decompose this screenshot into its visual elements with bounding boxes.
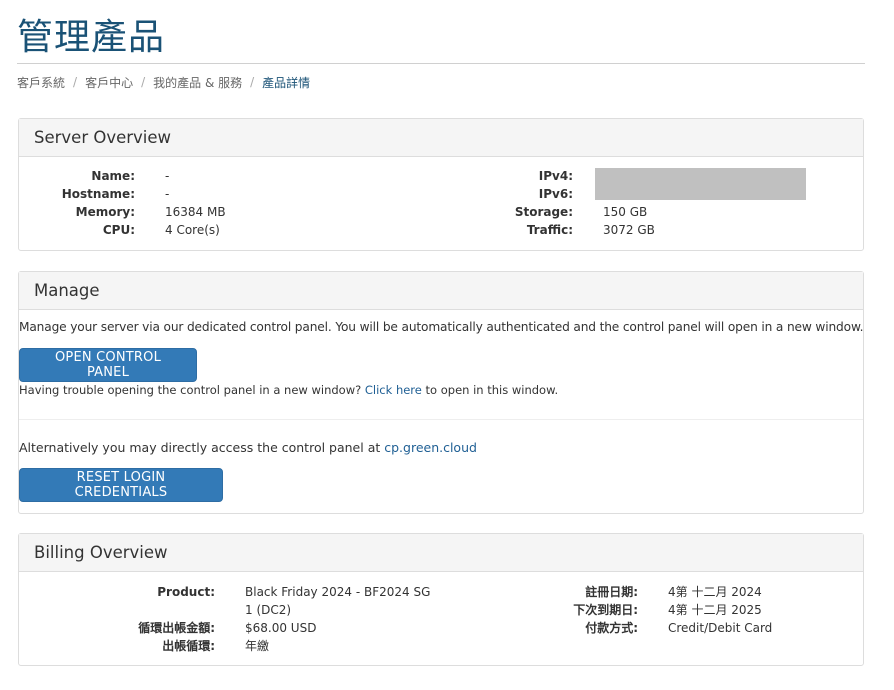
click-here-link[interactable]: Click here (365, 383, 422, 397)
cpu-value: 4 Core(s) (165, 223, 220, 237)
manage-panel: Manage Manage your server via our dedica… (18, 271, 864, 514)
open-control-panel-button[interactable]: OPEN CONTROL PANEL (19, 348, 197, 382)
redacted-ip-block (595, 168, 806, 200)
name-label: Name: (91, 169, 135, 183)
payment-method-label: 付款方式: (585, 621, 638, 635)
traffic-label: Traffic: (526, 223, 573, 237)
server-overview-heading: Server Overview (19, 119, 863, 157)
trouble-suffix: to open in this window. (421, 383, 559, 397)
recurring-amount-label: 循環出帳金額: (138, 621, 215, 635)
storage-label: Storage: (514, 205, 573, 219)
alt-access-prefix: Alternatively you may directly access th… (19, 440, 385, 455)
trouble-prefix: Having trouble opening the control panel… (19, 383, 365, 397)
breadcrumb-separator: / (73, 75, 78, 89)
page-title: 管理產品 (17, 17, 166, 58)
manage-intro-text: Manage your server via our dedicated con… (19, 320, 864, 334)
control-panel-url-link[interactable]: cp.green.cloud (384, 440, 477, 455)
billing-cycle-value: 年繳 (245, 639, 270, 653)
breadcrumb: 客戶系統 / 客戶中心 / 我的產品 & 服務 / 產品詳情 (17, 73, 310, 91)
breadcrumb-client-area[interactable]: 客戶中心 (85, 74, 133, 91)
breadcrumb-separator: / (250, 75, 255, 89)
registration-date-value: 4第 十二月 2024 (668, 585, 762, 599)
breadcrumb-separator: / (141, 75, 146, 89)
trouble-text: Having trouble opening the control panel… (19, 383, 558, 397)
page: 管理產品 客戶系統 / 客戶中心 / 我的產品 & 服務 / 產品詳情 Serv… (0, 0, 894, 690)
storage-value: 150 GB (603, 205, 648, 219)
product-label: Product: (157, 585, 215, 599)
recurring-amount-value: $68.00 USD (245, 621, 317, 635)
traffic-value: 3072 GB (603, 223, 655, 237)
name-value: - (165, 169, 170, 183)
product-value-line2: 1 (DC2) (245, 603, 292, 617)
reset-login-credentials-button[interactable]: RESET LOGIN CREDENTIALS (19, 468, 223, 502)
hostname-value: - (165, 187, 170, 201)
payment-method-value: Credit/Debit Card (668, 621, 773, 635)
next-due-date-value: 4第 十二月 2025 (668, 603, 762, 617)
server-overview-panel: Server Overview Name: - Hostname: - Memo… (18, 118, 864, 251)
next-due-date-label: 下次到期日: (573, 603, 638, 617)
billing-overview-panel: Billing Overview Product: Black Friday 2… (18, 533, 864, 666)
breadcrumb-client-system[interactable]: 客戶系統 (17, 74, 65, 91)
manage-heading: Manage (19, 272, 863, 310)
ipv6-label: IPv6: (538, 187, 573, 201)
manage-divider (19, 419, 863, 420)
alt-access-text: Alternatively you may directly access th… (19, 440, 477, 455)
breadcrumb-my-products[interactable]: 我的產品 & 服務 (153, 74, 242, 91)
registration-date-label: 註冊日期: (585, 585, 638, 599)
billing-overview-heading: Billing Overview (19, 534, 863, 572)
hostname-label: Hostname: (61, 187, 135, 201)
title-divider (17, 63, 865, 64)
product-value-line1: Black Friday 2024 - BF2024 SG (245, 585, 431, 599)
ipv4-label: IPv4: (538, 169, 573, 183)
memory-label: Memory: (75, 205, 135, 219)
memory-value: 16384 MB (165, 205, 226, 219)
billing-cycle-label: 出帳循環: (162, 639, 215, 653)
breadcrumb-product-details: 產品詳情 (262, 75, 311, 90)
cpu-label: CPU: (102, 223, 135, 237)
